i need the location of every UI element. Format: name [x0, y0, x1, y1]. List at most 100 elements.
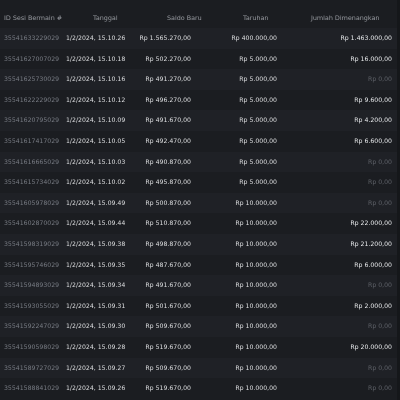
date-cell: 1/2/2024, 15.09.27	[66, 364, 126, 372]
table-row[interactable]: 35541593055029 1/2/2024, 15.09.31 Rp 501.6…	[0, 295, 400, 317]
table-row[interactable]: 35541622229029 1/2/2024, 15.10.12 Rp 496.2…	[0, 89, 400, 111]
date-cell: 1/2/2024, 15.09.34	[66, 282, 126, 290]
bet-cell: Rp 10.000,00	[235, 282, 277, 290]
table-row[interactable]: 35541590598029 1/2/2024, 15.09.28 Rp 519.6…	[0, 336, 400, 358]
session-id-cell: 35541622229029	[4, 96, 60, 104]
session-id-cell: 35541594893029	[4, 282, 60, 290]
table-row[interactable]: 35541633229029 1/2/2024, 15.10.26 Rp 1.565…	[0, 28, 400, 49]
header-bet: Taruhan	[243, 14, 269, 22]
bet-cell: Rp 10.000,00	[235, 220, 277, 228]
new-balance-cell: Rp 519.670,00	[145, 343, 191, 351]
new-balance-cell: Rp 491.270,00	[145, 76, 191, 84]
amount-won-cell: Rp 22.000,00	[350, 220, 392, 228]
table-row[interactable]: 35541588841029 1/2/2024, 15.09.26 Rp 519.6…	[0, 378, 400, 399]
session-id-cell: 35541593055029	[4, 302, 60, 310]
amount-won-cell: Rp 0,00	[368, 385, 392, 393]
new-balance-cell: Rp 510.870,00	[145, 220, 191, 228]
bet-cell: Rp 5.000,00	[239, 96, 277, 104]
header-amount-won: Jumlah Dimenangkan	[311, 14, 380, 22]
amount-won-cell: Rp 0,00	[368, 323, 392, 331]
table-row[interactable]: 35541627007029 1/2/2024, 15.10.18 Rp 502.2…	[0, 48, 400, 70]
new-balance-cell: Rp 1.565.270,00	[139, 35, 191, 42]
date-cell: 1/2/2024, 15.09.26	[66, 385, 126, 393]
date-cell: 1/2/2024, 15.10.09	[66, 117, 126, 125]
table-row[interactable]: 35541620795029 1/2/2024, 15.10.09 Rp 491.6…	[0, 110, 400, 131]
amount-won-cell: Rp 0,00	[368, 282, 392, 290]
date-cell: 1/2/2024, 15.09.44	[66, 220, 126, 228]
bet-cell: Rp 10.000,00	[235, 240, 277, 248]
bet-cell: Rp 10.000,00	[235, 385, 277, 393]
session-id-cell: 35541620795029	[4, 117, 60, 125]
new-balance-cell: Rp 509.670,00	[145, 364, 191, 372]
bet-cell: Rp 10.000,00	[235, 323, 277, 331]
table-row[interactable]: 35541589727029 1/2/2024, 15.09.27 Rp 509.6…	[0, 357, 400, 379]
session-id-cell: 35541588841029	[4, 385, 60, 393]
session-id-cell: 35541627007029	[4, 55, 60, 63]
date-cell: 1/2/2024, 15.09.38	[66, 240, 126, 248]
date-cell: 1/2/2024, 15.10.05	[66, 137, 126, 145]
table-row[interactable]: 35541594893029 1/2/2024, 15.09.34 Rp 491.6…	[0, 275, 400, 296]
session-id-cell: 35541616665029	[4, 158, 60, 166]
history-table-body: 35541633229029 1/2/2024, 15.10.26 Rp 1.565…	[0, 28, 400, 399]
new-balance-cell: Rp 487.670,00	[145, 261, 191, 269]
amount-won-cell: Rp 0,00	[368, 199, 392, 207]
amount-won-cell: Rp 16.000,00	[350, 55, 392, 63]
bet-cell: Rp 5.000,00	[239, 158, 277, 166]
table-row[interactable]: 35541592247029 1/2/2024, 15.09.30 Rp 509.6…	[0, 316, 400, 337]
session-id-cell: 35541617417029	[4, 137, 60, 145]
header-new-balance: Saldo Baru	[167, 14, 202, 22]
new-balance-cell: Rp 498.870,00	[145, 240, 191, 248]
new-balance-cell: Rp 509.670,00	[145, 323, 191, 331]
new-balance-cell: Rp 490.870,00	[145, 158, 191, 166]
date-cell: 1/2/2024, 15.10.26	[66, 35, 126, 42]
date-cell: 1/2/2024, 15.10.12	[66, 96, 126, 104]
bet-cell: Rp 400.000,00	[231, 35, 277, 42]
session-id-cell: 35541615734029	[4, 179, 60, 187]
session-id-cell: 35541605978029	[4, 199, 60, 207]
table-header: ID Sesi Bermain # Tanggal Saldo Baru Tar…	[0, 8, 400, 28]
bet-cell: Rp 10.000,00	[235, 302, 277, 310]
amount-won-cell: Rp 4.200,00	[354, 117, 392, 125]
amount-won-cell: Rp 0,00	[368, 158, 392, 166]
table-row[interactable]: 35541595746029 1/2/2024, 15.09.35 Rp 487.6…	[0, 254, 400, 276]
amount-won-cell: Rp 0,00	[368, 364, 392, 372]
table-row[interactable]: 35541598319029 1/2/2024, 15.09.38 Rp 498.8…	[0, 233, 400, 255]
table-row[interactable]: 35541617417029 1/2/2024, 15.10.05 Rp 492.4…	[0, 130, 400, 152]
bet-cell: Rp 5.000,00	[239, 55, 277, 63]
bet-cell: Rp 10.000,00	[235, 343, 277, 351]
table-row[interactable]: 35541615734029 1/2/2024, 15.10.02 Rp 495.8…	[0, 172, 400, 193]
amount-won-cell: Rp 2.000,00	[354, 302, 392, 310]
date-cell: 1/2/2024, 15.09.28	[66, 343, 126, 351]
date-cell: 1/2/2024, 15.10.03	[66, 158, 126, 166]
amount-won-cell: Rp 1.463.000,00	[340, 35, 392, 42]
amount-won-cell: Rp 6.000,00	[354, 261, 392, 269]
new-balance-cell: Rp 492.470,00	[145, 137, 191, 145]
amount-won-cell: Rp 0,00	[368, 76, 392, 84]
session-id-cell: 35541602870029	[4, 220, 60, 228]
bet-cell: Rp 5.000,00	[239, 76, 277, 84]
new-balance-cell: Rp 495.870,00	[145, 179, 191, 187]
session-id-cell: 35541625730029	[4, 76, 60, 84]
bet-cell: Rp 10.000,00	[235, 199, 277, 207]
new-balance-cell: Rp 501.670,00	[145, 302, 191, 310]
new-balance-cell: Rp 519.670,00	[145, 385, 191, 393]
table-row[interactable]: 35541616665029 1/2/2024, 15.10.03 Rp 490.8…	[0, 151, 400, 173]
bet-cell: Rp 10.000,00	[235, 261, 277, 269]
table-row[interactable]: 35541602870029 1/2/2024, 15.09.44 Rp 510.8…	[0, 213, 400, 234]
header-date: Tanggal	[93, 14, 118, 22]
date-cell: 1/2/2024, 15.10.16	[66, 76, 126, 84]
date-cell: 1/2/2024, 15.09.31	[66, 302, 126, 310]
date-cell: 1/2/2024, 15.10.18	[66, 55, 126, 63]
date-cell: 1/2/2024, 15.09.49	[66, 199, 126, 207]
game-history-panel: ID Sesi Bermain # Tanggal Saldo Baru Tar…	[0, 0, 400, 400]
table-row[interactable]: 35541625730029 1/2/2024, 15.10.16 Rp 491.2…	[0, 69, 400, 90]
date-cell: 1/2/2024, 15.09.30	[66, 323, 126, 331]
session-id-cell: 35541590598029	[4, 343, 60, 351]
amount-won-cell: Rp 20.000,00	[350, 343, 392, 351]
table-row[interactable]: 35541605978029 1/2/2024, 15.09.49 Rp 500.8…	[0, 192, 400, 214]
amount-won-cell: Rp 6.600,00	[354, 137, 392, 145]
amount-won-cell: Rp 21.200,00	[350, 240, 392, 248]
session-id-cell: 35541592247029	[4, 323, 60, 331]
new-balance-cell: Rp 491.670,00	[145, 117, 191, 125]
session-id-cell: 35541633229029	[4, 35, 60, 42]
